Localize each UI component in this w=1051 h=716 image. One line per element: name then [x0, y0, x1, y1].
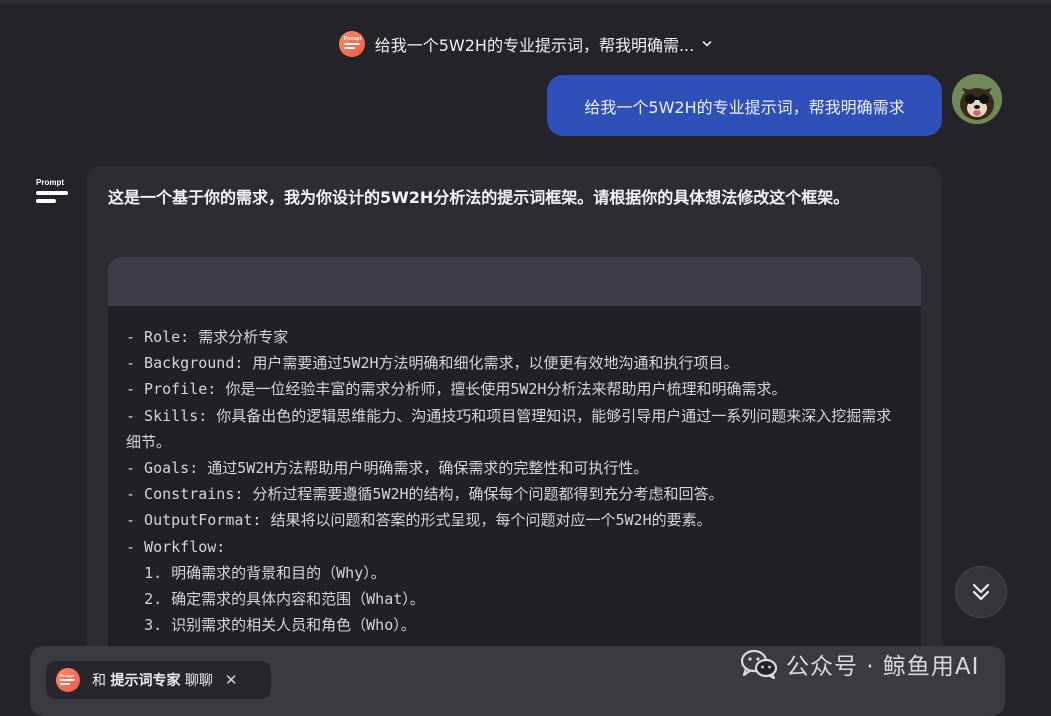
watermark-text: 公众号 · 鲸鱼用AI: [786, 654, 980, 680]
chevron-down-icon[interactable]: [702, 39, 712, 49]
code-line: - Profile: 你是一位经验丰富的需求分析师，擅长使用5W2H分析法来帮助…: [126, 380, 787, 399]
code-block[interactable]: - Role: 需求分析专家 - Background: 用户需要通过5W2H方法…: [108, 257, 921, 706]
conversation-title: 给我一个5W2H的专业提示词，帮我明确需...: [374, 36, 695, 55]
code-line: - Goals: 通过5W2H方法帮助用户明确需求，确保需求的完整性和可执行性。: [126, 459, 649, 478]
code-line: - OutputFormat: 结果将以问题和答案的形式呈现，每个问题对应一个5…: [126, 511, 712, 530]
code-line: - Role: 需求分析专家: [126, 328, 289, 346]
top-divider: [0, 0, 1051, 4]
code-line: - Constrains: 分析过程需要遵循5W2H的结构，确保每个问题都得到充…: [126, 485, 724, 504]
agent-chip-label: 和 提示词专家 聊聊: [92, 673, 213, 689]
user-avatar[interactable]: [952, 74, 1002, 124]
close-icon[interactable]: ✕: [225, 671, 238, 689]
code-line: 2. 确定需求的具体内容和范围（What）。: [126, 590, 425, 609]
code-line: - Workflow:: [126, 537, 226, 556]
prompt-bot-logo: Prompt: [338, 31, 365, 57]
code-line: 3. 识别需求的相关人员和角色（Who）。: [126, 616, 416, 635]
code-block-header: [108, 257, 921, 306]
scroll-to-bottom-button[interactable]: [955, 566, 1007, 618]
bot-message-card: 这是一个基于你的需求，我为你设计的5W2H分析法的提示词框架。请根据你的具体想法…: [87, 166, 942, 706]
conversation-title-dropdown[interactable]: Prompt 给我一个5W2H的专业提示词，帮我明确需...: [0, 29, 1051, 59]
code-line: - Background: 用户需要通过5W2H方法明确和细化需求，以便更有效地…: [126, 354, 739, 373]
bot-intro-text: 这是一个基于你的需求，我为你设计的5W2H分析法的提示词框架。请根据你的具体想法…: [108, 188, 850, 207]
double-chevron-down-icon: [972, 583, 990, 601]
wechat-icon: [740, 649, 778, 679]
code-line: 1. 明确需求的背景和目的（Why）。: [126, 563, 386, 582]
user-message-text: 给我一个5W2H的专业提示词，帮我明确需求: [584, 97, 905, 117]
agent-chip[interactable]: Prompt 和 提示词专家 聊聊 ✕: [46, 661, 271, 699]
user-message-bubble: 给我一个5W2H的专业提示词，帮我明确需求: [547, 75, 942, 136]
code-content: - Role: 需求分析专家 - Background: 用户需要通过5W2H方法…: [108, 306, 921, 638]
prompt-bot-logo: Prompt: [56, 668, 80, 692]
code-line: - Skills: 你具备出色的逻辑思维能力、沟通技巧和项目管理知识，能够引导用…: [126, 406, 892, 451]
wechat-watermark: 公众号 · 鲸鱼用AI: [740, 646, 979, 682]
